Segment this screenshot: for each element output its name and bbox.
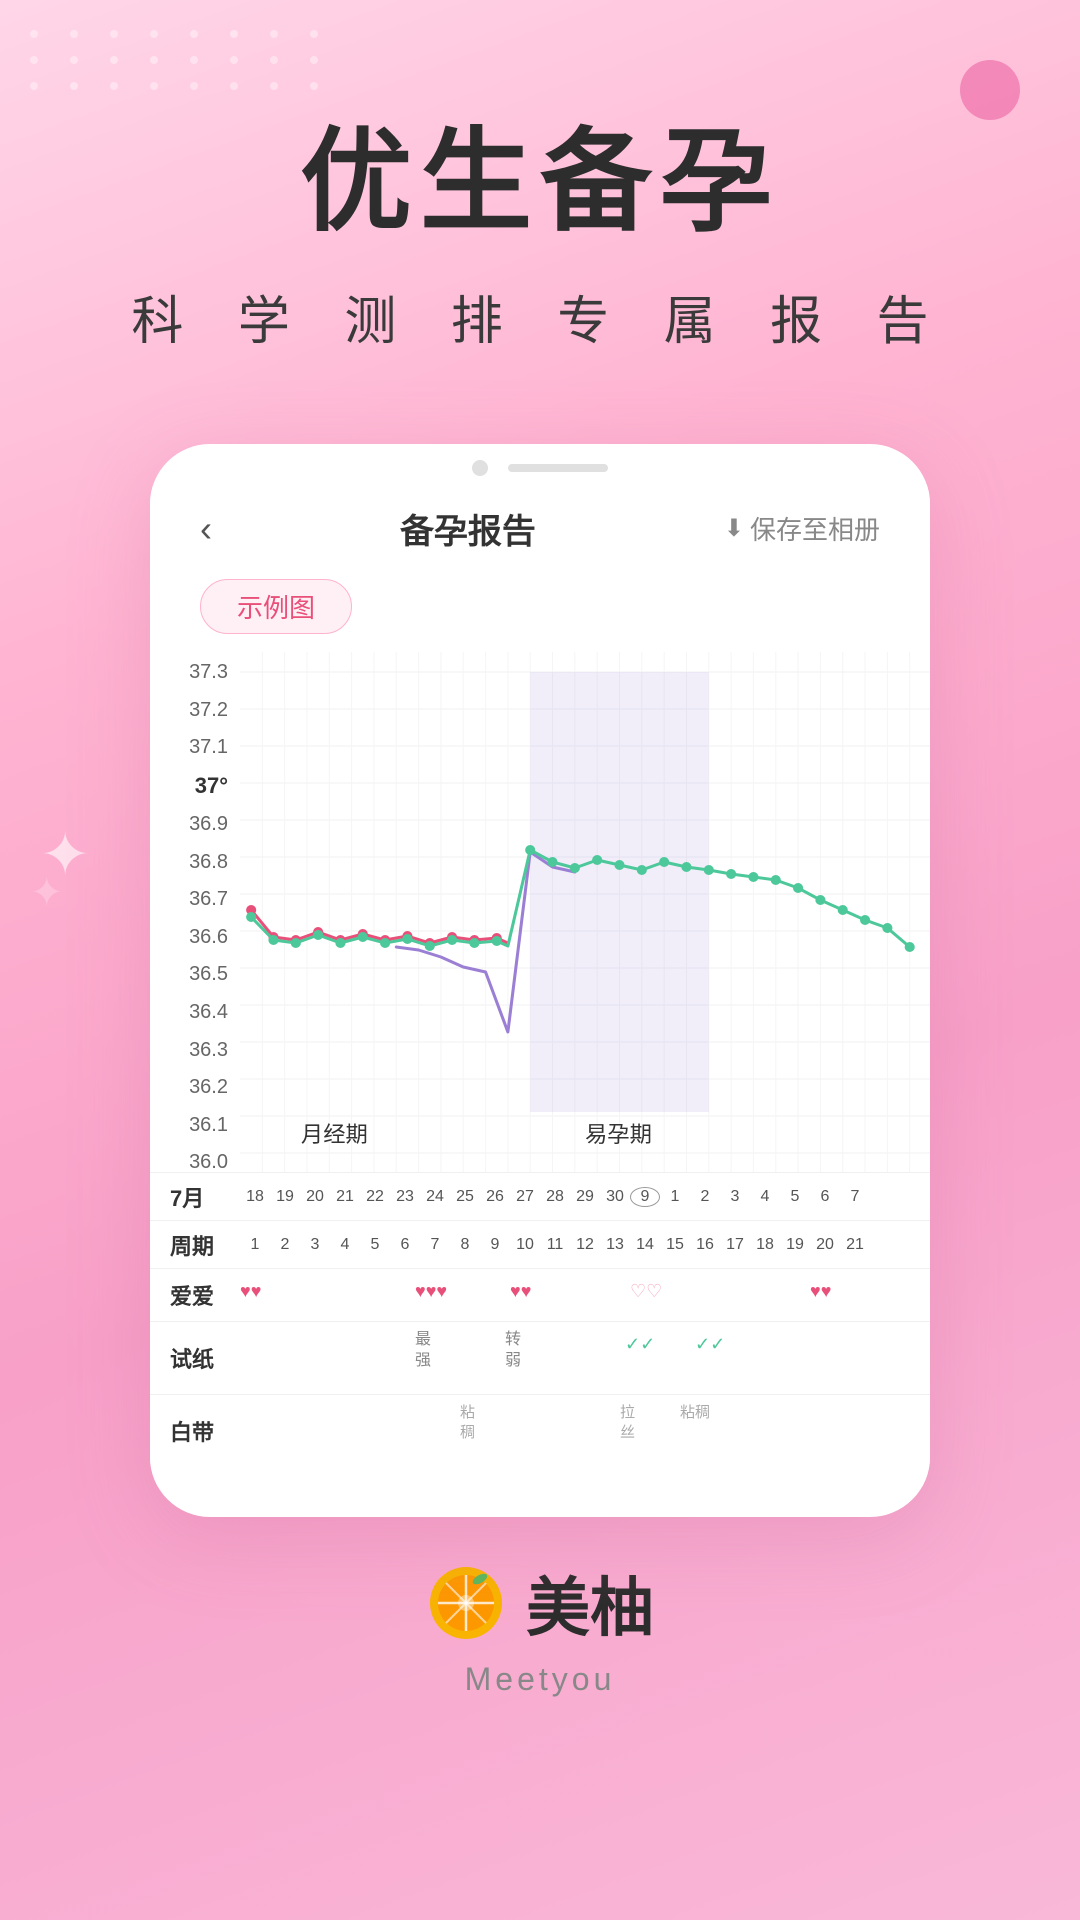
y-label-361: 36.1 (189, 1115, 228, 1135)
hero-section: 优生备孕 科 学 测 排 专 属 报 告 (0, 0, 1080, 394)
app-logo-icon (426, 1563, 506, 1643)
app-name: 美柚 (526, 1557, 654, 1649)
phone-notch (150, 444, 930, 484)
chart-container: 37.3 37.2 37.1 37° 36.9 36.8 36.7 36.6 3… (150, 652, 930, 1172)
discharge-label: 白带 (150, 1415, 240, 1447)
y-label-373: 37.3 (189, 662, 228, 682)
discharge-row: 白带 粘稠 拉丝 粘稠 (150, 1394, 930, 1467)
y-label-368: 36.8 (189, 852, 228, 872)
love-label: 爱爱 (150, 1279, 240, 1311)
week-numbers: 1 2 3 4 5 6 7 8 9 10 11 12 13 14 15 16 1 (240, 1236, 930, 1254)
save-button[interactable]: ⬇ 保存至相册 (724, 510, 880, 547)
date-row: 7月 18 19 20 21 22 23 24 25 26 27 28 29 3… (150, 1172, 930, 1220)
date-numbers: 18 19 20 21 22 23 24 25 26 27 28 29 30 9… (240, 1187, 930, 1207)
y-label-37: 37° (195, 775, 228, 797)
hero-subtitle: 科 学 测 排 专 属 报 告 (60, 279, 1020, 354)
y-label-367: 36.7 (189, 889, 228, 909)
sample-badge-container: 示例图 (150, 569, 930, 652)
chart-svg: 月经期 易孕期 (240, 652, 930, 1172)
chart-plot: 月经期 易孕期 (240, 652, 930, 1172)
y-axis: 37.3 37.2 37.1 37° 36.9 36.8 36.7 36.6 3… (150, 652, 240, 1172)
chart-line-pink (251, 910, 508, 943)
sample-tag: 示例图 (200, 579, 352, 634)
discharge-data: 粘稠 拉丝 粘稠 (240, 1401, 930, 1461)
y-label-369: 36.9 (189, 814, 228, 834)
y-label-365: 36.5 (189, 964, 228, 984)
love-data: ♥♥ ♥♥♥ ♥♥ ♡♡ ♥♥ (240, 1275, 930, 1315)
week-label: 周期 (150, 1229, 240, 1261)
test-row: 试纸 最强 转弱 ✓✓ ✓✓ (150, 1321, 930, 1394)
report-header: ‹ 备孕报告 ⬇ 保存至相册 (150, 484, 930, 569)
week-row: 周期 1 2 3 4 5 6 7 8 9 10 11 12 13 14 15 (150, 1220, 930, 1268)
logo-row: 美柚 (426, 1557, 654, 1649)
y-label-372: 37.2 (189, 700, 228, 720)
save-label: 保存至相册 (750, 510, 880, 547)
page-wrapper: ✦ ✦ 优生备孕 科 学 测 排 专 属 报 告 ‹ 备孕报告 ⬇ 保存至相册 … (0, 0, 1080, 1920)
svg-text:易孕期: 易孕期 (585, 1122, 652, 1147)
phone-camera (472, 460, 488, 476)
month-label: 7月 (150, 1181, 240, 1213)
test-data: 最强 转弱 ✓✓ ✓✓ (240, 1328, 930, 1388)
y-label-364: 36.4 (189, 1002, 228, 1022)
y-label-362: 36.2 (189, 1077, 228, 1097)
test-label: 试纸 (150, 1342, 240, 1374)
phone-mockup: ‹ 备孕报告 ⬇ 保存至相册 示例图 37.3 37.2 37.1 37° 36… (150, 444, 930, 1517)
download-icon: ⬇ (724, 514, 744, 543)
y-label-366: 36.6 (189, 927, 228, 947)
report-title: 备孕报告 (400, 504, 536, 553)
love-row: 爱爱 ♥♥ ♥♥♥ ♥♥ ♡♡ ♥♥ (150, 1268, 930, 1321)
y-label-363: 36.3 (189, 1040, 228, 1060)
chart-inner: 37.3 37.2 37.1 37° 36.9 36.8 36.7 36.6 3… (150, 652, 930, 1172)
hero-title: 优生备孕 (60, 120, 1020, 243)
brand-subtitle: Meetyou (465, 1661, 616, 1698)
deco-star-left-small: ✦ (30, 870, 64, 916)
data-table: 7月 18 19 20 21 22 23 24 25 26 27 28 29 3… (150, 1172, 930, 1487)
deco-circle (960, 60, 1020, 120)
y-label-371: 37.1 (189, 737, 228, 757)
bottom-logo: 美柚 Meetyou (426, 1557, 654, 1698)
back-button[interactable]: ‹ (200, 508, 212, 550)
phone-speaker (508, 464, 608, 472)
y-label-360: 36.0 (189, 1152, 228, 1172)
svg-text:月经期: 月经期 (301, 1122, 368, 1147)
